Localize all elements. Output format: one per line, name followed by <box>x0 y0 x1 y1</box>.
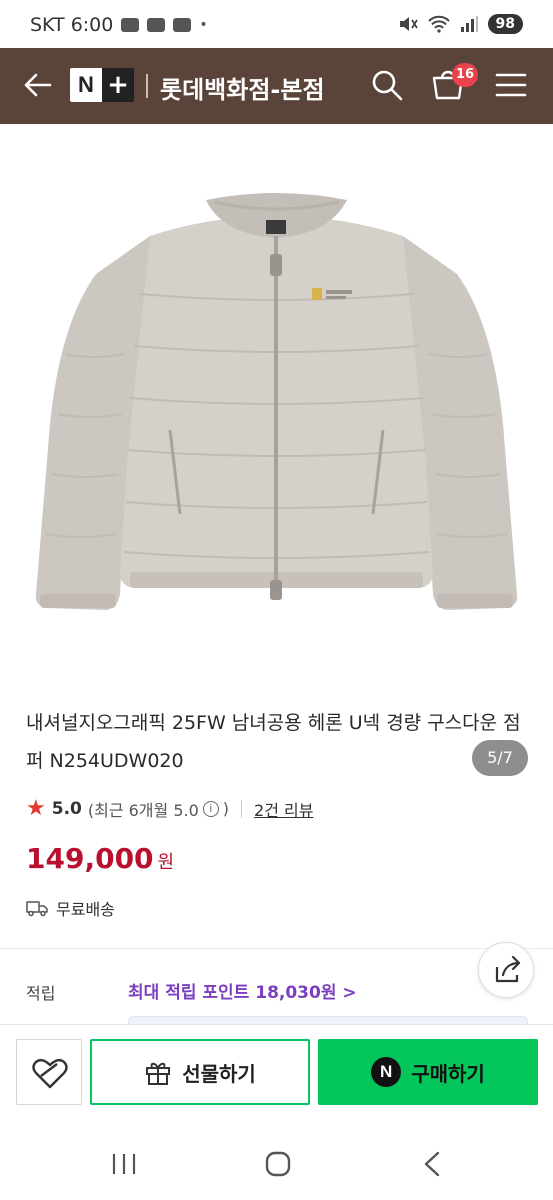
shipping-row: 무료배송 <box>26 896 115 920</box>
status-left: SKT 6:00 • <box>30 14 208 36</box>
wishlist-button[interactable] <box>16 1039 82 1105</box>
menu-icon[interactable] <box>494 68 528 102</box>
wear-icon <box>121 18 140 32</box>
rating-separator <box>241 799 243 818</box>
gift-button[interactable]: 선물하기 <box>90 1039 310 1105</box>
cart-count-badge: 16 <box>452 63 479 87</box>
earn-label: 적립 <box>26 984 56 1003</box>
logo-plus: + <box>102 68 134 102</box>
system-nav-bar <box>0 1124 553 1200</box>
price-value: 149,000 <box>26 842 154 875</box>
heart-icon <box>32 1058 68 1089</box>
rating-recent-close: ) <box>222 799 230 818</box>
info-icon[interactable]: i <box>202 800 219 817</box>
price-row: 149,000 원 <box>26 842 174 875</box>
signal-icon <box>460 16 478 32</box>
review-link[interactable]: 2건 리뷰 <box>254 797 313 821</box>
star-icon: ★ <box>26 796 46 821</box>
status-right: 98 <box>398 14 523 34</box>
buy-button[interactable]: N 구매하기 <box>318 1039 538 1105</box>
product-image[interactable]: 5/7 <box>0 124 553 776</box>
gift-label: 선물하기 <box>182 1061 256 1086</box>
section-divider <box>0 948 553 949</box>
app-icon <box>173 18 192 32</box>
back-arrow-icon[interactable] <box>20 68 54 102</box>
buy-label: 구매하기 <box>411 1061 485 1086</box>
naver-plus-logo[interactable]: N + <box>70 68 134 102</box>
truck-icon <box>26 901 48 917</box>
logo-n: N <box>78 72 94 97</box>
recents-icon[interactable] <box>110 1152 138 1176</box>
product-title: 내셔널지오그래픽 25FW 남녀공용 헤론 U넥 경량 구스다운 점퍼 N254… <box>26 712 521 772</box>
search-icon[interactable] <box>370 68 404 102</box>
notification-icon <box>147 18 166 32</box>
battery-indicator: 98 <box>487 14 523 34</box>
purchase-bar: 선물하기 N 구매하기 <box>0 1024 553 1124</box>
header-divider <box>146 74 148 98</box>
nav-back-icon[interactable] <box>420 1150 444 1178</box>
rating-row: ★ 5.0 (최근 6개월 5.0 i ) 2건 리뷰 <box>26 796 313 821</box>
store-name[interactable]: 롯데백화점-본점 <box>160 70 325 105</box>
earn-points-link[interactable]: 최대 적립 포인트 18,030원 > <box>128 978 357 1003</box>
shipping-label: 무료배송 <box>56 900 115 919</box>
status-bar: SKT 6:00 • 98 <box>0 0 553 48</box>
wifi-icon <box>427 15 450 33</box>
mute-icon <box>399 17 418 31</box>
carrier-time: SKT 6:00 <box>30 14 114 36</box>
rating-value: 5.0 <box>51 798 82 819</box>
gift-icon <box>146 1062 171 1085</box>
app-header: N + 롯데백화점-본점 16 <box>0 48 553 124</box>
price-currency: 원 <box>157 852 175 873</box>
more-notifications-dot: • <box>199 17 208 33</box>
rating-recent: (최근 6개월 5.0 <box>87 800 199 820</box>
npay-icon: N <box>371 1057 402 1087</box>
share-button[interactable] <box>478 942 534 998</box>
home-icon[interactable] <box>264 1150 292 1178</box>
down-jacket-image <box>35 193 518 610</box>
share-icon <box>495 955 521 983</box>
